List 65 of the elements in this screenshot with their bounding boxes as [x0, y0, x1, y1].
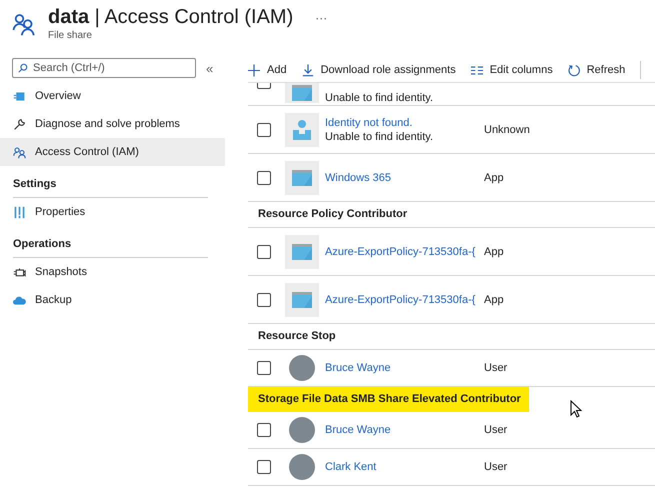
- row-checkbox[interactable]: [257, 83, 271, 89]
- principal-detail: Unable to find identity.: [325, 91, 434, 105]
- nav-item[interactable]: Access Control (IAM): [0, 138, 225, 166]
- principal-link[interactable]: Azure-ExportPolicy-713530fa-{: [325, 244, 484, 258]
- nav-item[interactable]: Diagnose and solve problems: [0, 110, 225, 138]
- row-checkbox[interactable]: [257, 423, 271, 437]
- app-icon: [285, 83, 319, 103]
- mouse-cursor-icon: [570, 400, 582, 418]
- nav-item[interactable]: Backup: [0, 286, 225, 314]
- plus-icon: [248, 64, 260, 76]
- app-icon: [285, 160, 319, 194]
- refresh-icon: [568, 64, 580, 76]
- row-checkbox[interactable]: [257, 292, 271, 306]
- nav-item[interactable]: Overview: [0, 82, 225, 110]
- cloud-icon: [13, 294, 26, 306]
- principal-link[interactable]: Bruce Wayne: [325, 361, 484, 375]
- row-checkbox[interactable]: [257, 361, 271, 375]
- nav-item[interactable]: Properties: [0, 198, 225, 226]
- people-icon: [12, 11, 36, 37]
- principal-detail: Unable to find identity.: [325, 130, 434, 144]
- type-cell: Unknown: [484, 124, 530, 136]
- search-icon: [18, 63, 28, 73]
- storage-icon: [13, 90, 26, 102]
- more-button[interactable]: ···: [315, 10, 328, 24]
- person-icon: [285, 112, 319, 146]
- row-checkbox[interactable]: [257, 244, 271, 258]
- principal-link[interactable]: Windows 365: [325, 170, 484, 184]
- group-heading: Resource Policy Contributor: [248, 202, 655, 228]
- toolbar-button[interactable]: Edit columns: [470, 64, 553, 76]
- camera-icon: [13, 266, 26, 278]
- type-cell: User: [484, 424, 508, 436]
- section-heading: Operations: [13, 232, 208, 258]
- search-field[interactable]: Search (Ctrl+/): [12, 58, 196, 78]
- page-title: data | Access Control (IAM): [48, 6, 294, 29]
- app-icon: [285, 282, 319, 316]
- type-cell: User: [484, 362, 508, 374]
- toolbar-button[interactable]: Refresh: [568, 64, 626, 76]
- people-icon: [13, 146, 26, 158]
- toolbar-button[interactable]: Download role assignments: [302, 64, 456, 76]
- highlighted-group-heading: Storage File Data SMB Share Elevated Contributor: [248, 387, 529, 412]
- row-checkbox[interactable]: [257, 170, 271, 184]
- row-checkbox[interactable]: [257, 122, 271, 136]
- avatar: [289, 454, 315, 480]
- principal-link[interactable]: Identity not found.: [325, 116, 484, 130]
- columns-icon: [470, 64, 483, 76]
- section-heading: Settings: [13, 172, 208, 198]
- collapse-button[interactable]: «: [206, 60, 214, 76]
- toolbar-button[interactable]: Add: [248, 64, 287, 76]
- principal-link[interactable]: Bruce Wayne: [325, 423, 484, 437]
- row-checkbox[interactable]: [257, 460, 271, 474]
- principal-link[interactable]: Clark Kent: [325, 460, 484, 474]
- type-cell: App: [484, 172, 504, 184]
- type-cell: User: [484, 461, 508, 473]
- download-icon: [302, 64, 314, 76]
- nav-item[interactable]: Snapshots: [0, 258, 225, 286]
- principal-link[interactable]: Azure-ExportPolicy-713530fa-{: [325, 292, 484, 306]
- bars-icon: [13, 206, 26, 218]
- type-cell: App: [484, 246, 504, 258]
- avatar: [289, 417, 315, 443]
- avatar: [289, 355, 315, 381]
- type-cell: App: [484, 294, 504, 306]
- wrench-icon: [13, 118, 26, 130]
- app-icon: [285, 234, 319, 268]
- resource-type: File share: [48, 30, 93, 41]
- group-heading: Resource Stop: [248, 324, 655, 350]
